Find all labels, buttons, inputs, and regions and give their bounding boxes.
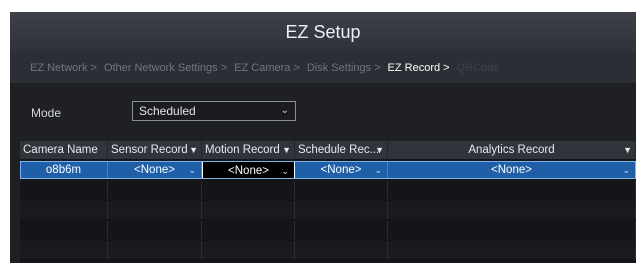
table-row[interactable]: o8b6m <None> ⌄ <None> ⌄ <None> ⌄ <None> …	[20, 161, 636, 179]
wizard-steps: EZ Network > Other Network Settings > EZ…	[10, 52, 636, 83]
window-title: EZ Setup	[285, 22, 361, 42]
analytics-record-select[interactable]: <None> ⌄	[388, 161, 636, 179]
chevron-down-icon[interactable]: ▼	[282, 141, 291, 159]
column-header-sensor-record[interactable]: Sensor Record ▼	[108, 141, 202, 159]
step-ez-network[interactable]: EZ Network >	[30, 62, 97, 74]
record-table: Camera Name Sensor Record ▼ Motion Recor…	[20, 141, 636, 263]
ez-setup-window: EZ Setup EZ Network > Other Network Sett…	[10, 12, 636, 263]
step-ez-camera[interactable]: EZ Camera >	[234, 62, 300, 74]
column-header-schedule-record[interactable]: Schedule Rec... ▼	[295, 141, 388, 159]
mode-select[interactable]: Scheduled ⌄	[132, 101, 296, 121]
table-row[interactable]	[20, 221, 636, 239]
chevron-down-icon: ⌄	[281, 166, 289, 176]
title-bar: EZ Setup	[10, 12, 636, 52]
mode-select-value: Scheduled	[139, 104, 196, 118]
motion-record-select[interactable]: <None> ⌄	[202, 161, 295, 179]
table-row[interactable]	[20, 201, 636, 219]
schedule-record-select[interactable]: <None> ⌄	[295, 161, 388, 179]
chevron-down-icon[interactable]: ▼	[375, 141, 384, 159]
step-disk-settings[interactable]: Disk Settings >	[307, 62, 381, 74]
column-header-camera-name[interactable]: Camera Name	[20, 141, 108, 159]
column-header-motion-record[interactable]: Motion Record ▼	[202, 141, 295, 159]
step-qrcode: QRCode	[456, 61, 500, 74]
chevron-down-icon: ⌄	[280, 105, 289, 116]
chevron-down-icon[interactable]: ▼	[189, 141, 198, 159]
table-row[interactable]	[20, 181, 636, 199]
chevron-down-icon: ⌄	[374, 165, 382, 175]
step-other-network-settings[interactable]: Other Network Settings >	[104, 62, 227, 74]
chevron-down-icon: ⌄	[188, 165, 196, 175]
column-header-analytics-record[interactable]: Analytics Record ▼	[388, 141, 636, 159]
mode-label: Mode	[31, 106, 62, 120]
table-header: Camera Name Sensor Record ▼ Motion Recor…	[20, 141, 636, 159]
chevron-down-icon: ⌄	[622, 165, 630, 175]
sensor-record-select[interactable]: <None> ⌄	[108, 161, 202, 179]
step-ez-record[interactable]: EZ Record >	[388, 62, 450, 74]
table-row[interactable]	[20, 241, 636, 259]
chevron-down-icon[interactable]: ▼	[623, 141, 632, 159]
camera-name-cell: o8b6m	[20, 161, 108, 179]
